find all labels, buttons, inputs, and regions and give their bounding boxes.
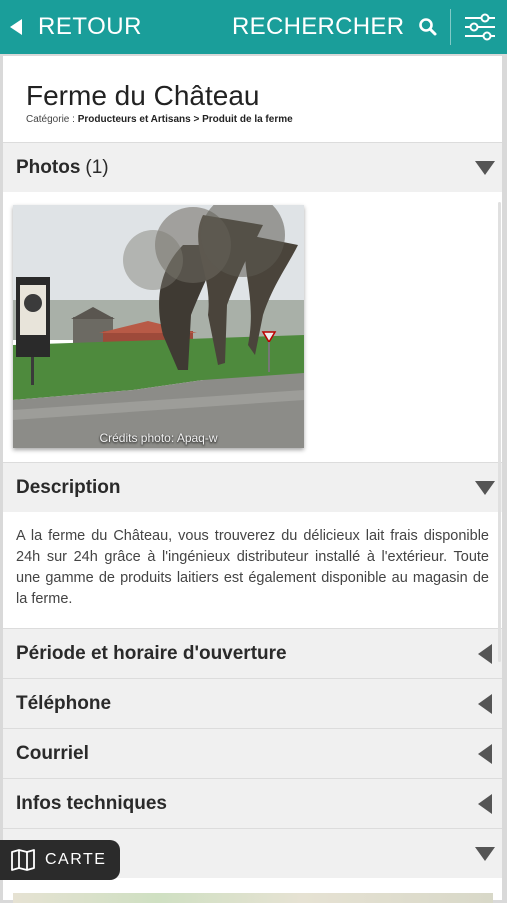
section-photos[interactable]: Photos (1) [3,142,502,192]
back-arrow-icon [10,19,22,35]
chevron-down-icon [475,161,495,175]
scrollbar[interactable] [498,202,501,662]
chevron-left-icon [478,744,492,764]
back-button[interactable]: RETOUR [10,0,142,54]
section-telephone[interactable]: Téléphone [3,678,502,728]
category-path: Producteurs et Artisans > Produit de la … [77,114,293,125]
back-label: RETOUR [38,13,142,40]
map-preview[interactable] [13,893,493,903]
section-photos-label: Photos [16,156,81,178]
section-opening-hours-label: Période et horaire d'ouverture [16,642,287,664]
farm-photo[interactable]: Crédits photo: Apaq-w [13,205,304,448]
section-description[interactable]: Description [3,462,502,512]
search-icon [419,18,437,36]
map-icon [11,849,35,871]
photos-gallery: Crédits photo: Apaq-w [3,192,502,462]
category-prefix: Catégorie : [26,114,75,125]
section-telephone-label: Téléphone [16,692,112,714]
section-tech-info-label: Infos techniques [16,792,167,814]
chevron-down-icon [475,847,495,861]
top-bar: RETOUR RECHERCHER [0,0,507,54]
category-line: Catégorie : Producteurs et Artisans > Pr… [26,114,502,125]
page-title: Ferme du Château [26,80,260,111]
filter-sliders-icon[interactable] [463,12,497,42]
chevron-left-icon [478,794,492,814]
photo-credit: Crédits photo: Apaq-w [99,431,218,445]
farm-photo-image [13,205,304,448]
description-text: A la ferme du Château, vous trouverez du… [3,512,502,628]
section-opening-hours[interactable]: Période et horaire d'ouverture [3,628,502,678]
search-label: RECHERCHER [232,13,405,40]
map-button-label: CARTE [45,851,107,868]
detail-card: Ferme du Château Catégorie : Producteurs… [3,56,502,900]
topbar-divider [450,9,451,45]
map-button[interactable]: CARTE [0,840,120,880]
photos-count: (1) [85,156,109,178]
chevron-left-icon [478,694,492,714]
section-email-label: Courriel [16,742,89,764]
chevron-left-icon [478,644,492,664]
title-block: Ferme du Château Catégorie : Producteurs… [3,56,502,142]
section-email[interactable]: Courriel [3,728,502,778]
section-tech-info[interactable]: Infos techniques [3,778,502,828]
chevron-down-icon [475,481,495,495]
search-button[interactable]: RECHERCHER [232,0,438,54]
section-description-label: Description [16,476,121,498]
